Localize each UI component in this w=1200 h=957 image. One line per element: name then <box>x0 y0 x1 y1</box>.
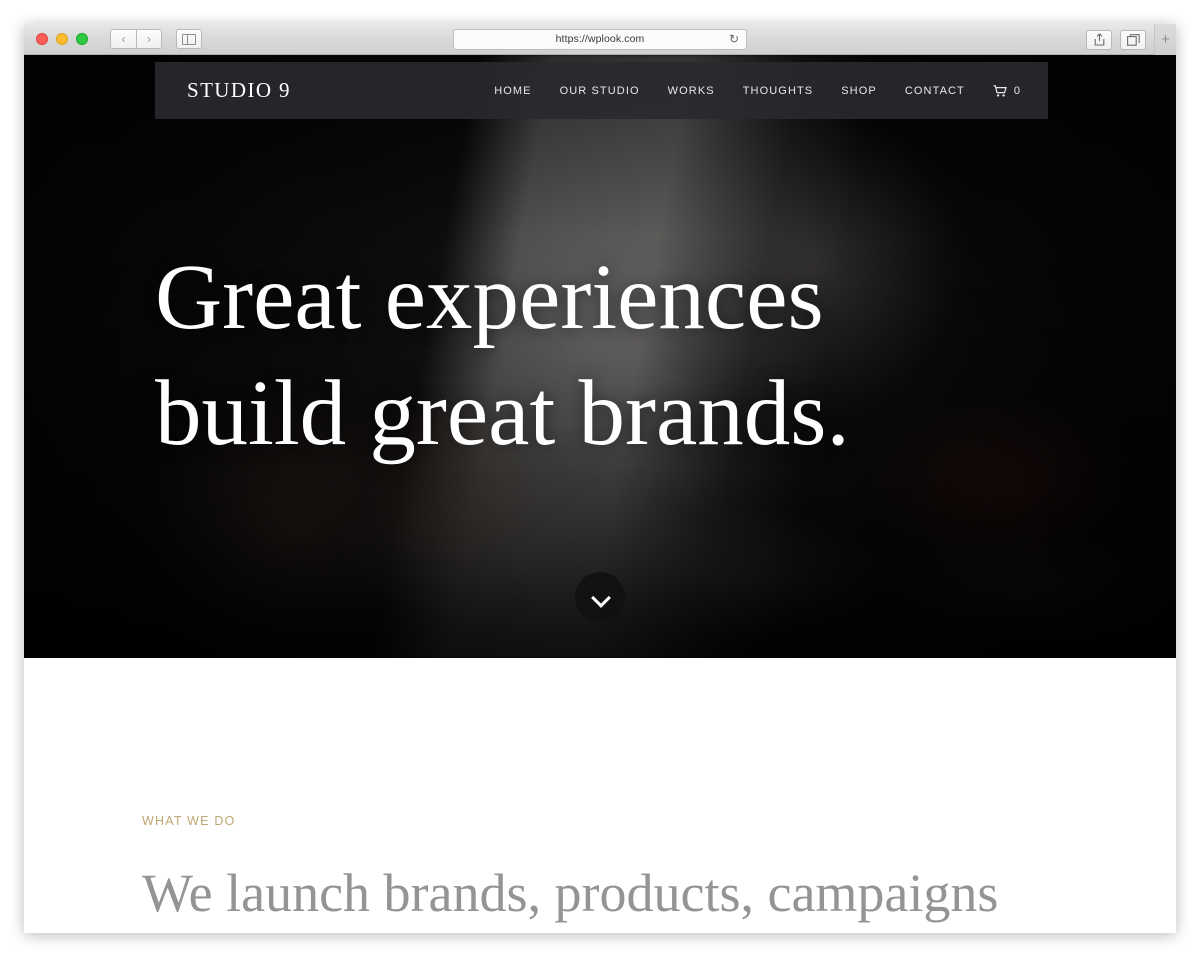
nav-item-shop[interactable]: SHOP <box>841 85 877 97</box>
section-eyebrow: WHAT WE DO <box>142 814 236 828</box>
tab-overview-button[interactable] <box>1120 29 1146 50</box>
nav-item-home[interactable]: HOME <box>494 85 531 97</box>
tab-overview-icon <box>1126 33 1140 46</box>
nav-item-thoughts[interactable]: THOUGHTS <box>743 85 814 97</box>
maximize-window-button[interactable] <box>76 33 88 45</box>
site-navigation-bar: STUDIO 9 HOME OUR STUDIO WORKS THOUGHTS … <box>155 62 1048 119</box>
browser-toolbar: ‹ › https://wplook.com ↻ + <box>24 24 1176 55</box>
cart-count: 0 <box>1013 84 1020 97</box>
hero-headline-line-2: build great brands. <box>155 362 850 466</box>
share-icon <box>1094 33 1104 46</box>
reload-icon[interactable]: ↻ <box>729 33 739 45</box>
window-controls <box>36 33 88 45</box>
minimize-window-button[interactable] <box>56 33 68 45</box>
what-we-do-section: WHAT WE DO We launch brands, products, c… <box>24 658 1176 932</box>
nav-item-contact[interactable]: CONTACT <box>905 85 965 97</box>
url-text: https://wplook.com <box>555 33 645 45</box>
cart-link[interactable]: 0 <box>993 85 1020 97</box>
shopping-cart-icon <box>993 84 1007 97</box>
site-logo[interactable]: STUDIO 9 <box>187 78 291 103</box>
hero-section: STUDIO 9 HOME OUR STUDIO WORKS THOUGHTS … <box>24 55 1176 658</box>
close-window-button[interactable] <box>36 33 48 45</box>
site-menu: HOME OUR STUDIO WORKS THOUGHTS SHOP CONT… <box>494 85 1020 97</box>
hero-headline: Great experiences build great brands. <box>155 240 1035 473</box>
scroll-down-button[interactable] <box>575 572 625 622</box>
section-heading: We launch brands, products, campaigns an… <box>142 863 999 932</box>
nav-item-works[interactable]: WORKS <box>668 85 715 97</box>
new-tab-button[interactable]: + <box>1154 24 1176 55</box>
hero-headline-line-1: Great experiences <box>155 246 824 349</box>
page-viewport: STUDIO 9 HOME OUR STUDIO WORKS THOUGHTS … <box>24 55 1176 932</box>
toolbar-right-group: + <box>1086 24 1176 55</box>
navigation-buttons: ‹ › <box>110 29 202 49</box>
browser-window: ‹ › https://wplook.com ↻ + STUDIO 9 HOME… <box>24 24 1176 933</box>
address-bar[interactable]: https://wplook.com ↻ <box>453 28 747 50</box>
forward-button[interactable]: › <box>136 29 162 49</box>
share-button[interactable] <box>1086 29 1112 50</box>
sidebar-toggle-button[interactable] <box>176 29 202 49</box>
chevron-down-icon <box>592 589 609 606</box>
nav-item-our-studio[interactable]: OUR STUDIO <box>560 85 640 97</box>
sidebar-toggle-icon <box>182 33 196 45</box>
back-button[interactable]: ‹ <box>110 29 136 49</box>
